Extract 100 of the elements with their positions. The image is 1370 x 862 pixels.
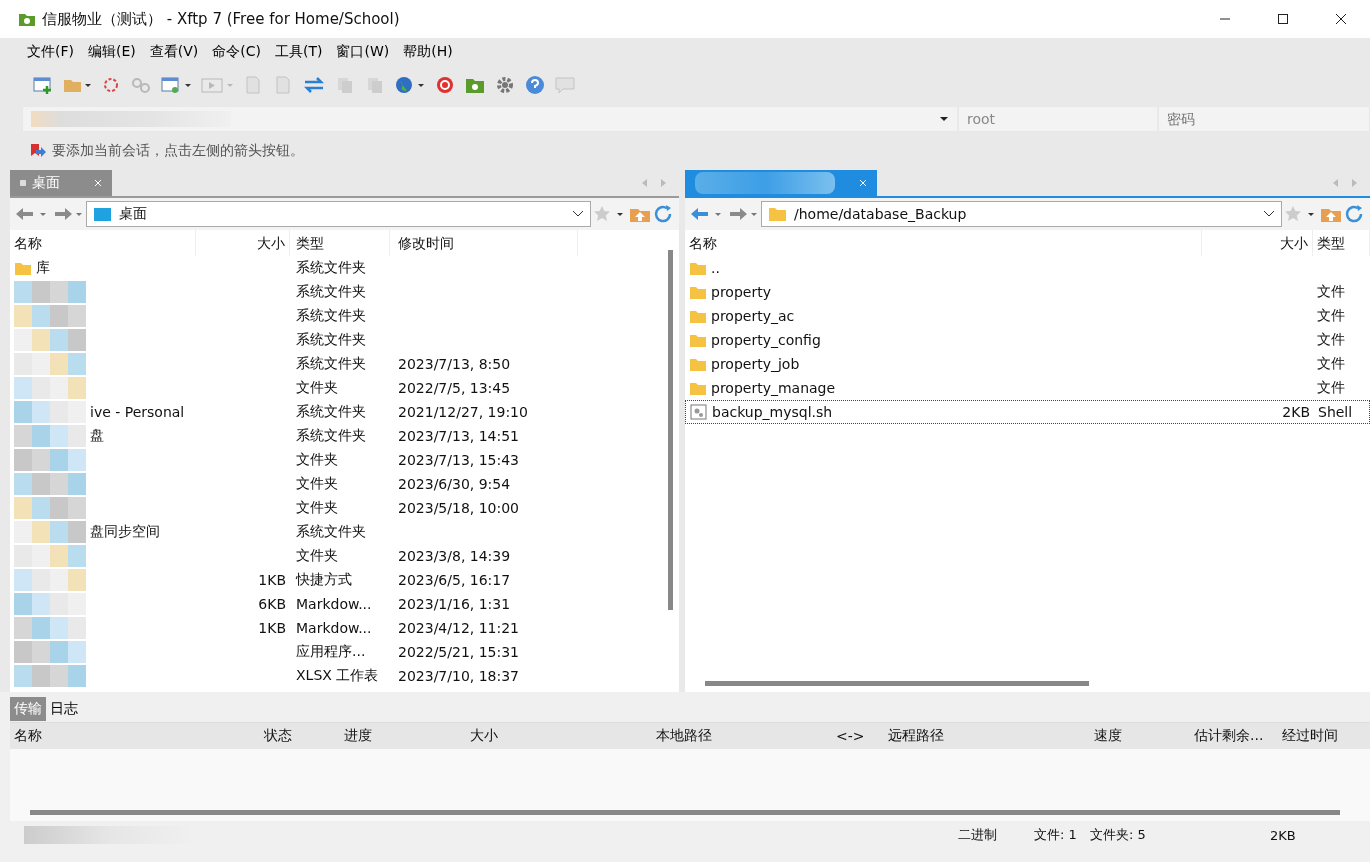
column-header[interactable]: 估计剩余...: [1190, 727, 1278, 745]
column-header[interactable]: 大小: [196, 230, 290, 256]
transfer-mode: 二进制: [958, 826, 998, 844]
close-icon[interactable]: [94, 179, 102, 187]
menu-item[interactable]: 工具(T): [268, 43, 330, 61]
file-type: 文件: [1317, 307, 1345, 325]
column-header[interactable]: 大小: [1202, 230, 1313, 256]
file-name: backup_mysql.sh: [712, 404, 833, 420]
column-header[interactable]: 进度: [340, 727, 466, 745]
file-type: 文件: [1317, 331, 1345, 349]
column-header[interactable]: 类型: [1313, 230, 1370, 256]
back-icon[interactable]: [689, 205, 723, 223]
dropdown-icon[interactable]: [939, 116, 949, 122]
modified-time: 2022/5/21, 15:31: [398, 644, 520, 660]
modified-time: 2021/12/27, 19:10: [398, 404, 528, 420]
modified-time: 2022/7/5, 13:45: [398, 380, 511, 396]
file-row[interactable]: property_ac 文件: [685, 304, 1370, 328]
scrollbar[interactable]: [30, 810, 1340, 815]
file-size: 2KB: [1282, 404, 1310, 420]
chevron-icon[interactable]: [1263, 210, 1275, 218]
menu-item[interactable]: 文件(F): [20, 43, 81, 61]
new-session-icon[interactable]: [32, 75, 54, 95]
window-settings-icon[interactable]: [160, 75, 192, 95]
path-field[interactable]: /home/database_Backup: [761, 201, 1282, 227]
file-row[interactable]: property_config 文件: [685, 328, 1370, 352]
settings-icon[interactable]: [494, 75, 516, 95]
column-header[interactable]: 大小: [466, 727, 652, 745]
modified-time: 2023/5/18, 10:00: [398, 500, 520, 516]
total-size: 2KB: [1270, 827, 1297, 843]
hint-text: 要添加当前会话，点击左侧的箭头按钮。: [52, 142, 304, 160]
column-header[interactable]: <->: [832, 728, 884, 744]
file-type: 系统文件夹: [296, 283, 366, 301]
menu-item[interactable]: 帮助(H): [396, 43, 460, 61]
host-field[interactable]: [22, 106, 958, 132]
file-count: 文件: 1: [1034, 826, 1078, 844]
help-icon[interactable]: [524, 75, 546, 95]
scrollbar[interactable]: [705, 681, 1089, 686]
column-header[interactable]: 速度: [1090, 727, 1190, 745]
file-row[interactable]: property_job 文件: [685, 352, 1370, 376]
column-header[interactable]: 类型: [290, 230, 390, 256]
panel-tab[interactable]: 日志: [46, 697, 82, 721]
file-type: 系统文件夹: [296, 427, 366, 445]
play-icon[interactable]: [200, 75, 234, 95]
file-type: 文件夹: [296, 547, 338, 565]
file-row[interactable]: property 文件: [685, 280, 1370, 304]
modified-time: 2023/7/13, 15:43: [398, 452, 520, 468]
file-type: 系统文件夹: [296, 259, 366, 277]
column-header[interactable]: 状态: [260, 727, 340, 745]
app-icon: [18, 11, 36, 27]
window-title: 信服物业（测试） - Xftp 7 (Free for Home/School): [42, 9, 400, 29]
file-type: 文件夹: [296, 451, 338, 469]
menu-item[interactable]: 命令(C): [205, 43, 268, 61]
file-type: 系统文件夹: [296, 331, 366, 349]
file-name: 盘: [90, 427, 104, 445]
globe-icon[interactable]: [394, 75, 426, 95]
modified-time: 2023/6/5, 16:17: [398, 572, 511, 588]
file-size: 1KB: [258, 572, 286, 588]
column-header[interactable]: 经过时间: [1278, 727, 1358, 745]
back-icon[interactable]: [14, 205, 48, 223]
file-row[interactable]: ..: [685, 256, 1370, 280]
menu-item[interactable]: 编辑(E): [81, 43, 143, 61]
close-icon: [1335, 13, 1347, 25]
scrollbar[interactable]: [668, 250, 673, 610]
desktop-icon: [93, 206, 113, 222]
folder-icon: [14, 260, 32, 276]
file-name: 库: [36, 259, 50, 277]
menu-item[interactable]: 窗口(W): [329, 43, 397, 61]
column-header[interactable]: 本地路径: [652, 727, 832, 745]
folder-icon: [689, 380, 707, 396]
folder-icon: [689, 284, 707, 300]
column-header[interactable]: 名称: [685, 230, 1202, 256]
folder-icon: [689, 308, 707, 324]
file-type: Markdow...: [296, 596, 372, 612]
transfer-arrows-icon[interactable]: [302, 75, 326, 95]
file-row[interactable]: property_manage 文件: [685, 376, 1370, 400]
column-header[interactable]: 修改时间: [390, 230, 578, 256]
column-header[interactable]: 名称: [10, 230, 196, 256]
chevron-icon[interactable]: [572, 210, 584, 218]
column-header[interactable]: 名称: [10, 727, 260, 745]
modified-time: 2023/1/16, 1:31: [398, 596, 511, 612]
chat-icon[interactable]: [554, 75, 576, 95]
folder-icon: [689, 356, 707, 372]
file-name: property_config: [711, 332, 821, 348]
path-field[interactable]: 桌面: [86, 201, 591, 227]
file-type: Markdow...: [296, 620, 372, 636]
password-field[interactable]: 密码: [1158, 106, 1370, 132]
file-name: 盘同步空间: [90, 523, 160, 541]
modified-time: 2023/7/10, 18:37: [398, 668, 520, 684]
close-icon[interactable]: [859, 179, 867, 187]
file-type: 系统文件夹: [296, 355, 366, 373]
file-row[interactable]: backup_mysql.sh 2KB Shell: [685, 400, 1370, 424]
session-tab[interactable]: [685, 170, 877, 196]
column-header[interactable]: 远程路径: [884, 727, 1090, 745]
file-size: 6KB: [258, 596, 286, 612]
file-name: ..: [711, 260, 720, 276]
menu-item[interactable]: 查看(V): [142, 43, 206, 61]
tab-scroll-icon[interactable]: [1332, 178, 1358, 188]
file-type: 文件夹: [296, 379, 338, 397]
tab-scroll-icon[interactable]: [641, 178, 667, 188]
arrow-flag-icon[interactable]: [28, 143, 46, 159]
